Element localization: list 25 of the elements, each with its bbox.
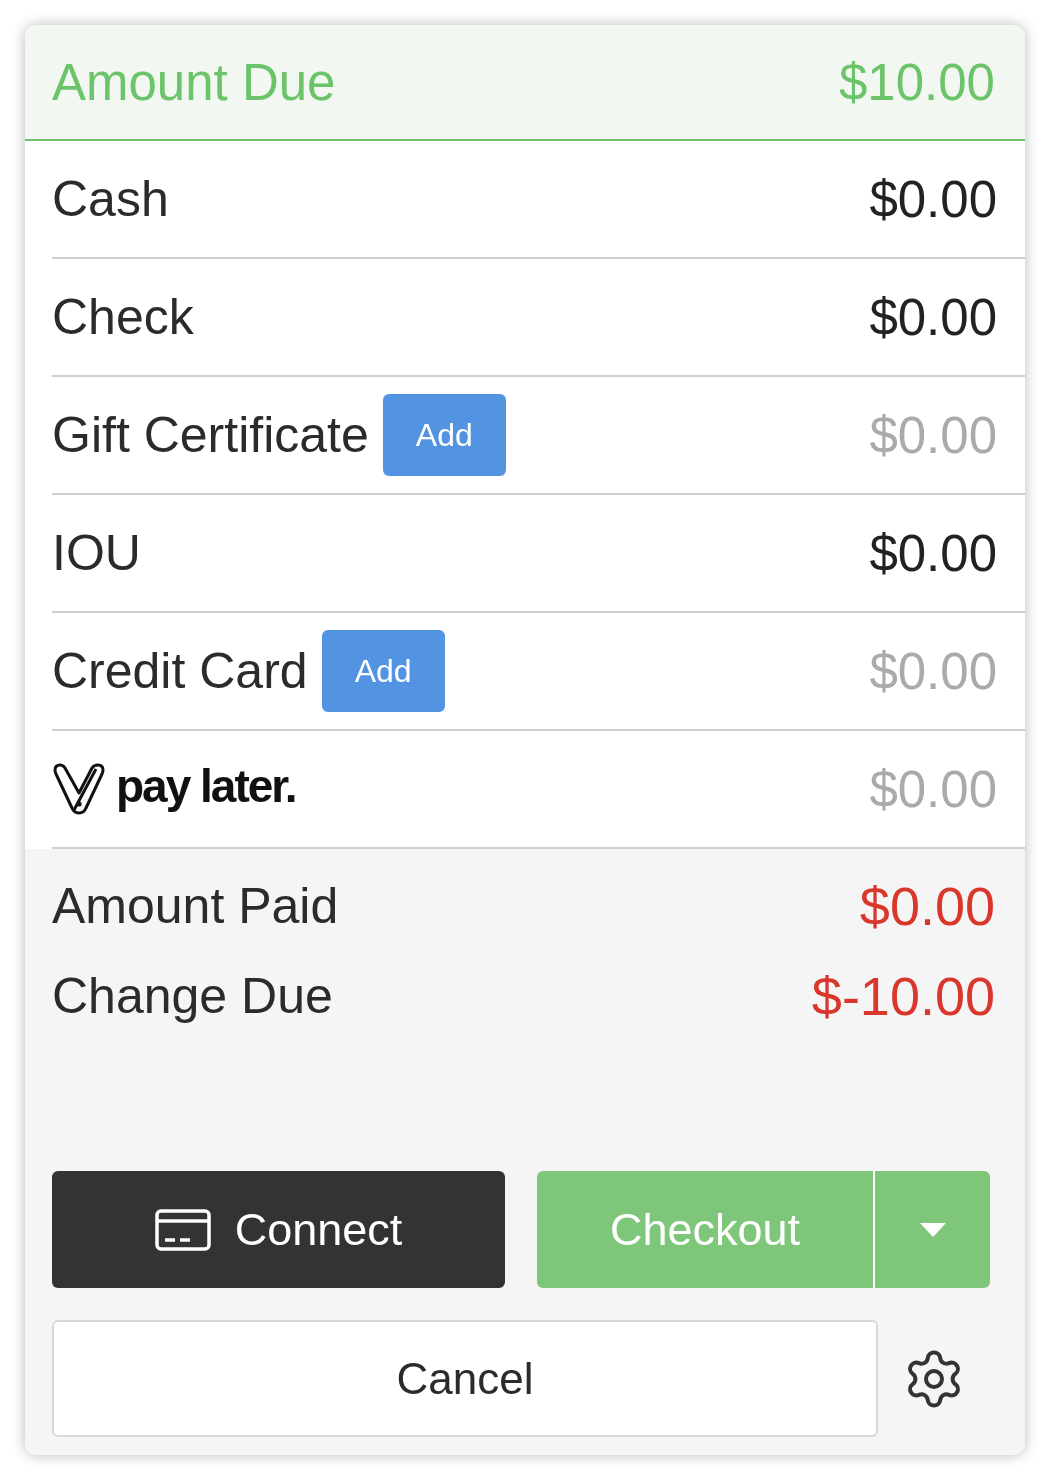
amount-due-label: Amount Due — [52, 52, 336, 112]
logo-icon — [52, 763, 106, 815]
payment-method-label: Gift Certificate — [52, 406, 369, 464]
payment-method-label: IOU — [52, 524, 141, 582]
connect-button[interactable]: Connect — [52, 1171, 505, 1288]
payment-method-label: Credit Card — [52, 642, 308, 700]
payment-method-label: Cash — [52, 170, 169, 228]
checkout-button[interactable]: Checkout — [537, 1171, 873, 1288]
credit-card-icon — [154, 1208, 211, 1251]
payment-amount: $0.00 — [869, 759, 997, 819]
payment-method-label: Check — [52, 288, 194, 346]
payment-amount: $0.00 — [869, 523, 997, 583]
summary-label: Amount Paid — [52, 877, 339, 935]
amount-due-value: $10.00 — [839, 52, 995, 112]
cancel-button[interactable]: Cancel — [52, 1320, 878, 1437]
checkout-dropdown-button[interactable] — [873, 1171, 990, 1288]
summary-value: $0.00 — [859, 875, 995, 937]
caret-down-icon — [919, 1222, 946, 1237]
payment-method-logo-text: pay later. — [116, 763, 296, 814]
payment-amount: $0.00 — [869, 405, 997, 465]
summary-value: $-10.00 — [811, 965, 995, 1027]
payment-amount: $0.00 — [869, 287, 997, 347]
summary-label: Change Due — [52, 967, 333, 1025]
payment-amount: $0.00 — [869, 169, 997, 229]
payment-amount: $0.00 — [869, 641, 997, 701]
